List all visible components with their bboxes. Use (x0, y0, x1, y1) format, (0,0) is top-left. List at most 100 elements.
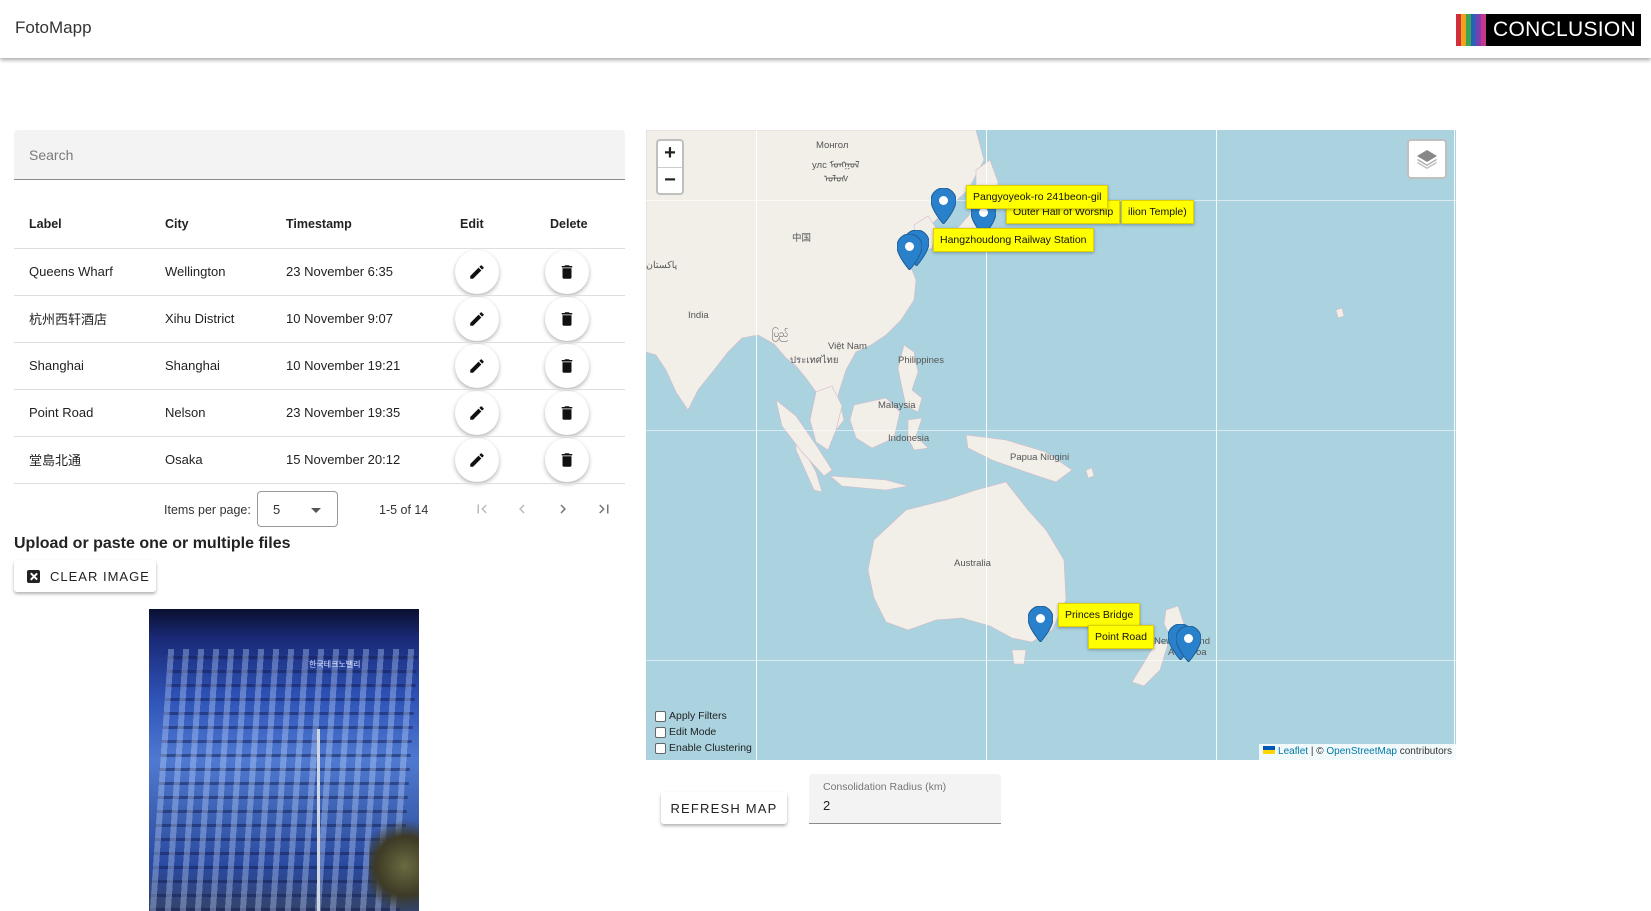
column-header-city[interactable]: City (150, 200, 271, 249)
trash-icon (561, 358, 573, 373)
edit-button[interactable] (455, 437, 499, 482)
enable-clustering-checkbox[interactable] (655, 742, 666, 754)
trash-icon (561, 405, 573, 420)
ukraine-flag-icon (1263, 746, 1276, 754)
edit-button[interactable] (455, 249, 499, 294)
leaflet-link[interactable]: Leaflet (1278, 746, 1308, 757)
delete-button[interactable] (545, 343, 589, 388)
conclusion-logo[interactable]: CONCLUSION (1456, 14, 1641, 46)
map-options: Apply Filters Edit Mode Enable Clusterin… (655, 708, 752, 756)
consolidation-radius-field[interactable]: Consolidation Radius (km) (809, 774, 1001, 824)
search-input[interactable] (14, 130, 625, 179)
place-label: Papua Niugini (1010, 452, 1070, 463)
clear-image-button[interactable]: CLEAR IMAGE (14, 560, 156, 592)
graticule-line (1216, 130, 1217, 760)
place-label: ᠤᠯᠤᠰ (824, 174, 849, 185)
apply-filters-checkbox[interactable] (655, 710, 666, 722)
page-size-select[interactable]: 5 (257, 491, 338, 527)
first-page-icon (477, 504, 487, 514)
graticule-line (756, 130, 757, 760)
layers-button[interactable] (1407, 139, 1447, 179)
place-label: Монгол (816, 140, 849, 151)
column-header-label[interactable]: Label (14, 200, 150, 249)
last-page-button[interactable] (590, 495, 618, 523)
delete-button[interactable] (545, 437, 589, 482)
search-field[interactable] (14, 130, 625, 180)
place-label: ประเทศไทย (790, 355, 839, 366)
cell-city: Wellington (150, 248, 271, 296)
first-page-button[interactable] (468, 495, 496, 523)
edit-mode-checkbox[interactable] (655, 726, 666, 738)
marker-tooltip: Point Road (1088, 625, 1154, 649)
zoom-in-button[interactable]: + (658, 141, 682, 168)
edit-button[interactable] (455, 296, 499, 341)
place-label: Indonesia (888, 433, 930, 444)
pencil-icon (470, 405, 484, 420)
enable-clustering-option[interactable]: Enable Clustering (655, 740, 752, 756)
cell-timestamp: 10 November 19:21 (271, 342, 445, 390)
consolidation-radius-label: Consolidation Radius (km) (823, 781, 947, 793)
paginator: Items per page: 5 1-5 of 14 (14, 485, 625, 537)
delete-button[interactable] (545, 296, 589, 341)
graticule-line (646, 430, 1456, 431)
map-marker[interactable] (1176, 626, 1201, 662)
layers-icon (1417, 150, 1437, 169)
cell-city: Xihu District (150, 295, 271, 343)
graticule-line (646, 660, 1456, 661)
column-header-delete: Delete (535, 200, 625, 249)
column-header-timestamp[interactable]: Timestamp (271, 200, 445, 249)
consolidation-radius-input[interactable] (823, 798, 983, 813)
place-label: India (688, 310, 709, 321)
column-header-edit: Edit (445, 200, 535, 249)
pencil-icon (470, 358, 484, 373)
refresh-map-button[interactable]: REFRESH MAP (661, 792, 787, 824)
cell-timestamp: 15 November 20:12 (271, 436, 445, 484)
map-marker[interactable] (931, 188, 956, 224)
trash-icon (561, 311, 573, 326)
photo-table: Label City Timestamp Edit Delete Queens … (14, 200, 625, 484)
place-label: پاکستان (646, 260, 678, 271)
table-row[interactable]: 堂島北通 Osaka 15 November 20:12 (14, 436, 625, 484)
place-label: Việt Nam (828, 341, 867, 352)
pencil-icon (470, 452, 484, 467)
app-toolbar: FotoMapp CONCLUSION (0, 0, 1651, 58)
map-marker[interactable] (897, 234, 922, 270)
photo-pole (317, 729, 320, 911)
map-land (646, 130, 1345, 687)
logo-bar (1481, 14, 1486, 46)
cell-city: Shanghai (150, 342, 271, 390)
chevron-right-icon (560, 504, 566, 514)
table-row[interactable]: Shanghai Shanghai 10 November 19:21 (14, 342, 625, 390)
osm-link[interactable]: OpenStreetMap (1326, 746, 1397, 757)
place-label: Malaysia (878, 400, 916, 411)
upload-title: Upload or paste one or multiple files (14, 535, 291, 552)
last-page-icon (599, 504, 609, 514)
uploaded-photo: 한국테크노밸리 (149, 609, 419, 911)
pencil-icon (470, 311, 484, 326)
photo-tree (369, 811, 419, 911)
next-page-button[interactable] (549, 495, 577, 523)
table-row[interactable]: Point Road Nelson 23 November 19:35 (14, 389, 625, 437)
graticule-line (1454, 130, 1455, 760)
place-label: ပြည် (772, 329, 789, 340)
apply-filters-option[interactable]: Apply Filters (655, 708, 752, 724)
edit-button[interactable] (455, 343, 499, 388)
map-marker[interactable] (1028, 606, 1053, 642)
edit-mode-option[interactable]: Edit Mode (655, 724, 752, 740)
page-range-label: 1-5 of 14 (379, 503, 429, 517)
previous-page-button[interactable] (508, 495, 536, 523)
table-row[interactable]: 杭州西轩酒店 Xihu District 10 November 9:07 (14, 295, 625, 343)
pencil-icon (470, 264, 484, 279)
delete-button[interactable] (545, 249, 589, 294)
cell-timestamp: 23 November 19:35 (271, 389, 445, 437)
table-row[interactable]: Queens Wharf Wellington 23 November 6:35 (14, 248, 625, 296)
edit-button[interactable] (455, 390, 499, 435)
items-per-page-label: Items per page: (164, 503, 251, 517)
cell-city: Osaka (150, 436, 271, 484)
map-view[interactable]: Монгол улс ᠮᠣᠩᠭᠣᠯ ᠤᠯᠤᠰ 中国 پاکستان India … (646, 130, 1456, 760)
marker-tooltip: ilion Temple) (1121, 200, 1194, 224)
trash-icon (561, 452, 573, 467)
map-attribution: Leaflet | © OpenStreetMap contributors (1259, 744, 1456, 760)
zoom-out-button[interactable]: − (658, 168, 682, 195)
delete-button[interactable] (545, 390, 589, 435)
